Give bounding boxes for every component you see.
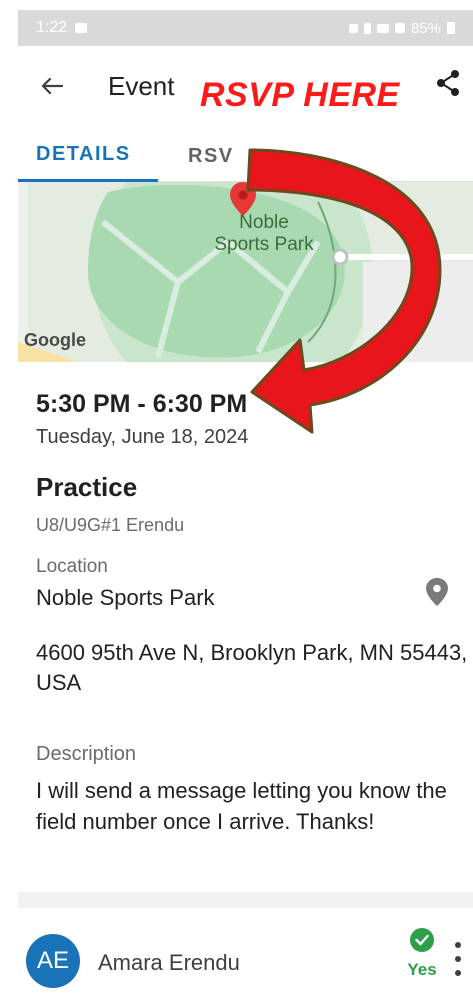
map-place-label: Noble Sports Park bbox=[214, 212, 314, 256]
event-date: Tuesday, June 18, 2024 bbox=[36, 426, 249, 448]
location-label: Location bbox=[36, 556, 108, 577]
event-description: I will send a message letting you know t… bbox=[36, 778, 447, 834]
event-title: Practice bbox=[36, 472, 138, 502]
tab-bar: DETAILS RSV bbox=[18, 130, 473, 182]
battery-percent: 85% bbox=[410, 19, 441, 37]
description-label: Description bbox=[36, 743, 137, 765]
battery-icon bbox=[447, 22, 455, 34]
map-place-line2: Sports Park bbox=[214, 234, 314, 255]
share-icon[interactable] bbox=[433, 68, 463, 98]
tab-rsvp[interactable]: RSV bbox=[158, 130, 278, 182]
rsvp-status-label: Yes bbox=[407, 960, 437, 979]
location-pin-icon[interactable] bbox=[426, 578, 448, 606]
rsvp-here-callout: RSVP HERE bbox=[200, 76, 400, 114]
more-dot bbox=[455, 942, 461, 948]
event-team: U8/U9G#1 Erendu bbox=[36, 515, 185, 535]
attendee-name: Amara Erendu bbox=[98, 950, 240, 975]
page-title: Event bbox=[108, 70, 175, 101]
event-address[interactable]: 4600 95th Ave N, Brooklyn Park, MN 55443… bbox=[36, 638, 473, 698]
attendee-row[interactable]: AE Amara Erendu Yes bbox=[18, 922, 473, 998]
status-time: 1:22 bbox=[36, 19, 68, 36]
mute-icon bbox=[348, 23, 358, 33]
back-arrow-icon[interactable] bbox=[32, 66, 72, 106]
more-vert-icon[interactable] bbox=[454, 942, 462, 976]
signal-icon bbox=[394, 23, 405, 33]
phone-screen: 1:22 85% Event DETAILS RSV Noble Sports … bbox=[18, 0, 473, 1005]
location-map[interactable]: Noble Sports Park Google bbox=[18, 182, 473, 362]
event-time-range: 5:30 PM - 6:30 PM bbox=[36, 390, 248, 418]
location-name[interactable]: Noble Sports Park bbox=[36, 585, 466, 611]
avatar: AE bbox=[26, 934, 80, 988]
tab-details[interactable]: DETAILS bbox=[18, 130, 158, 182]
bluetooth-icon bbox=[363, 22, 371, 34]
status-bar: 1:22 85% bbox=[18, 10, 473, 46]
more-dot bbox=[455, 956, 461, 962]
wifi-icon bbox=[376, 23, 389, 33]
rsvp-status[interactable]: Yes bbox=[402, 928, 442, 980]
google-logo: Google bbox=[24, 330, 86, 351]
gallery-notification-icon bbox=[75, 23, 88, 33]
status-left: 1:22 bbox=[36, 19, 88, 37]
section-divider bbox=[18, 892, 473, 908]
status-right: 85% bbox=[348, 19, 455, 37]
map-place-line1: Noble bbox=[239, 212, 289, 233]
check-icon bbox=[410, 928, 434, 952]
map-provider: Google bbox=[24, 330, 86, 350]
avatar-initials: AE bbox=[36, 947, 69, 974]
more-dot bbox=[455, 970, 461, 976]
